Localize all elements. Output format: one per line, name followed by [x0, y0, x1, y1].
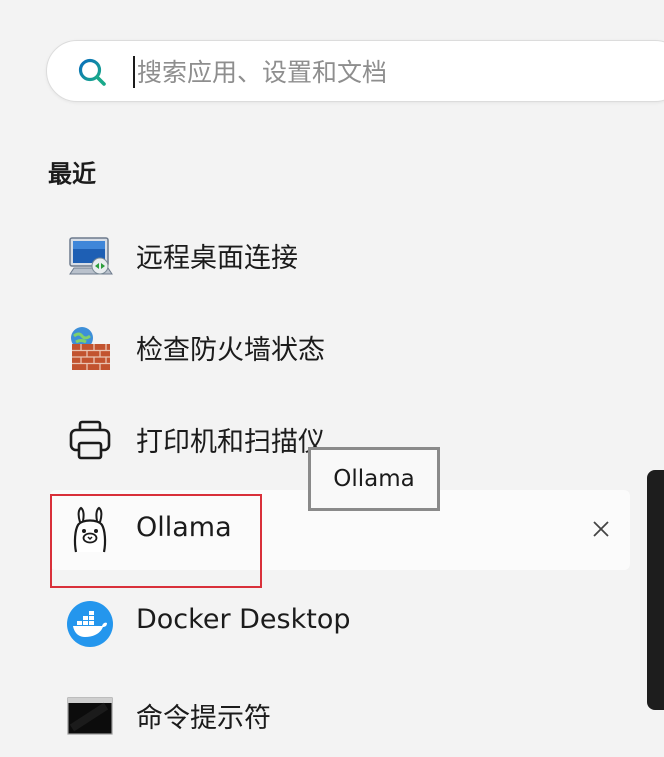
list-item-label: 打印机和扫描仪 [136, 427, 325, 458]
list-item-label: 远程桌面连接 [136, 243, 298, 274]
list-item-label: Ollama [136, 512, 232, 543]
search-icon [78, 58, 106, 86]
remote-desktop-icon [69, 237, 113, 275]
command-prompt-icon [67, 697, 113, 735]
printer-icon [69, 420, 111, 460]
list-item-label: 命令提示符 [136, 703, 271, 734]
recent-section-title: 最近 [48, 160, 96, 188]
list-item-label: Docker Desktop [136, 604, 351, 635]
list-item-label: 检查防火墙状态 [136, 335, 325, 366]
text-caret [133, 56, 135, 88]
docker-whale-icon [67, 601, 113, 647]
close-icon [593, 521, 609, 537]
search-input[interactable] [137, 53, 637, 91]
ollama-llama-icon [73, 506, 107, 553]
search-box[interactable] [46, 40, 664, 102]
list-item-firewall-status[interactable]: 检查防火墙状态 [50, 306, 630, 386]
remove-from-list-button[interactable] [586, 514, 616, 544]
firewall-icon [71, 327, 110, 370]
list-item-docker-desktop[interactable]: Docker Desktop [50, 582, 630, 662]
scrollbar[interactable] [647, 470, 664, 710]
tooltip: Ollama [308, 447, 440, 511]
list-item-command-prompt[interactable]: 命令提示符 [50, 674, 630, 754]
list-item-remote-desktop[interactable]: 远程桌面连接 [50, 214, 630, 294]
